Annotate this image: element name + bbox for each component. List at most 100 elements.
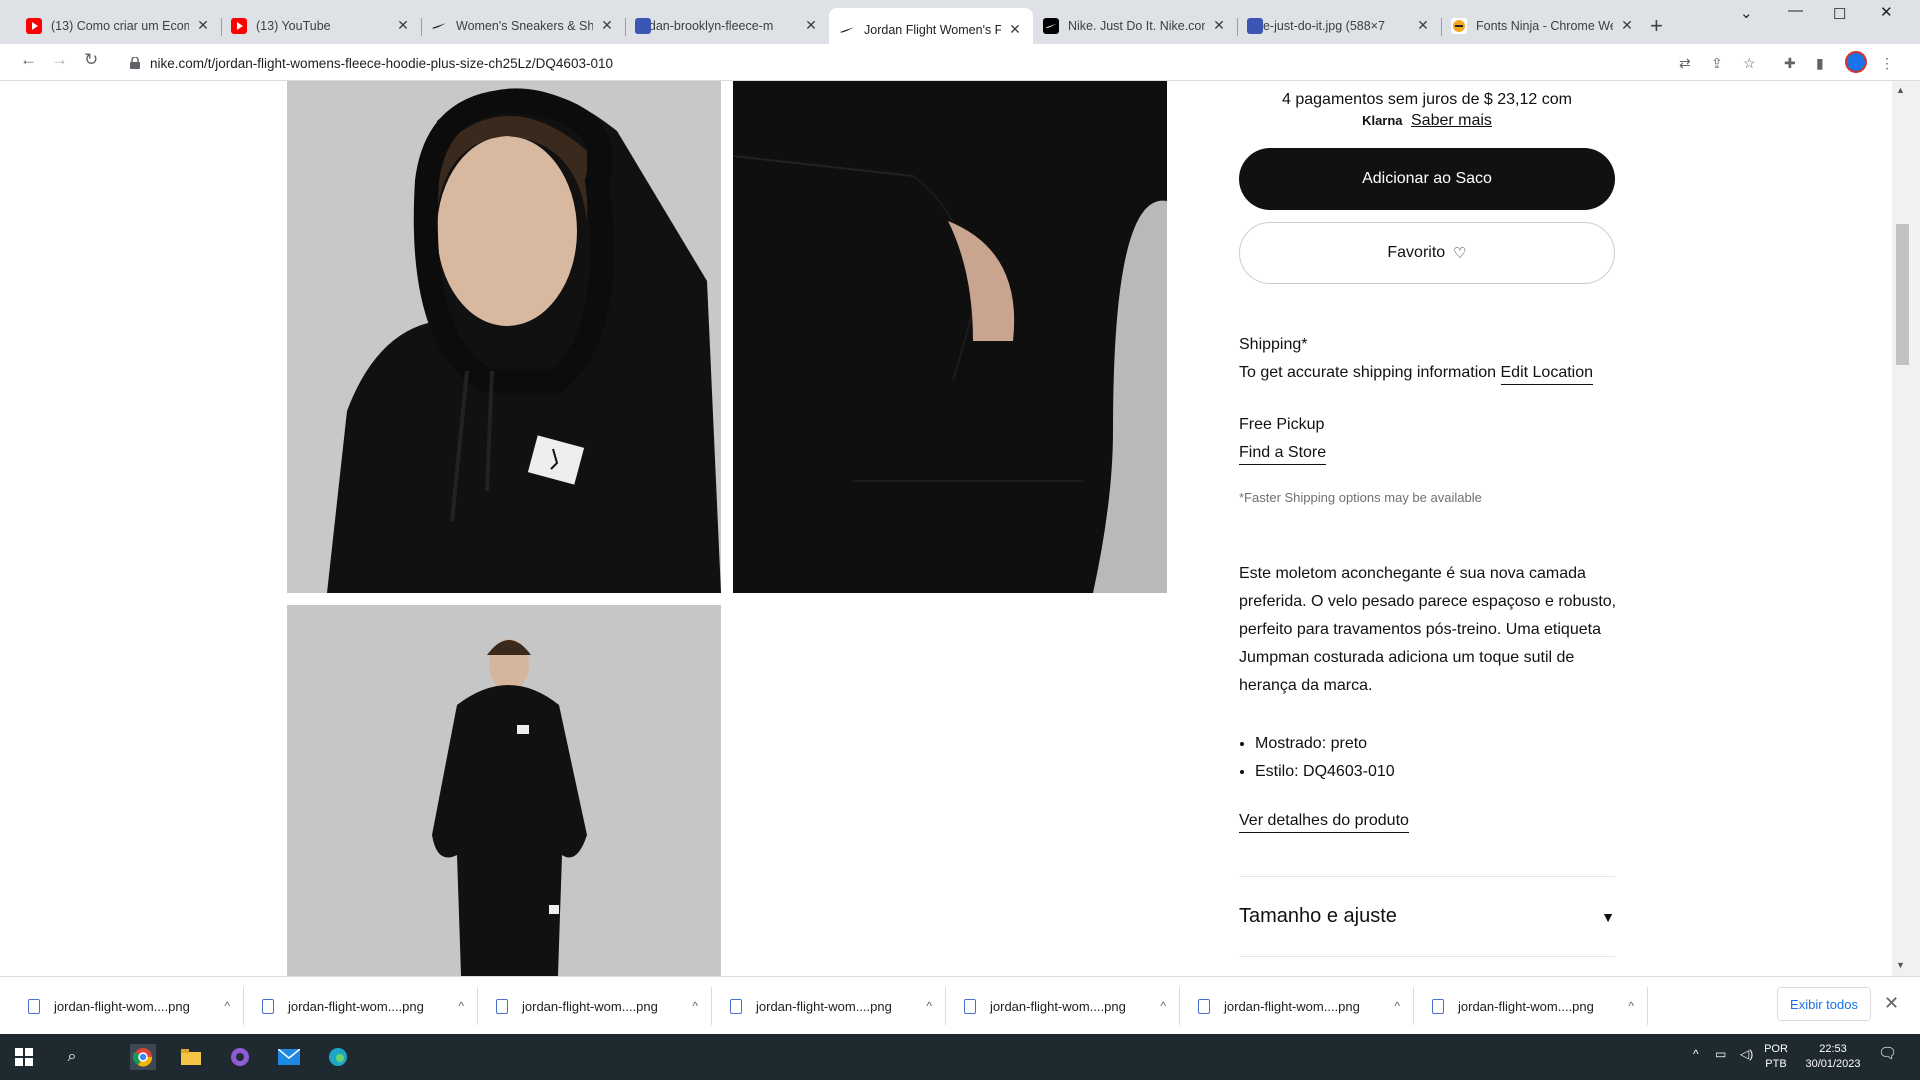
github-desktop-icon[interactable]	[227, 1044, 253, 1070]
language-indicator[interactable]: POR PTB	[1763, 1042, 1789, 1072]
language-code: POR	[1764, 1043, 1788, 1055]
chrome-menu-icon[interactable]: ⋮	[1880, 55, 1894, 72]
download-item[interactable]: jordan-flight-wom....png ^	[478, 977, 712, 1035]
details-row: Ver detalhes do produto	[1239, 812, 1409, 833]
back-arrow-icon[interactable]: ←	[20, 50, 37, 70]
windows-start-icon[interactable]	[11, 1044, 37, 1070]
browser-toolbar: ← → ↻ nike.com/t/jordan-flight-womens-fl…	[0, 44, 1920, 81]
forward-arrow-icon[interactable]: →	[51, 50, 68, 70]
close-icon[interactable]: ✕	[1007, 21, 1023, 38]
tab-title: Fonts Ninja - Chrome Web	[1476, 18, 1613, 33]
extensions-puzzle-icon[interactable]: ✚	[1784, 55, 1796, 72]
tab-5[interactable]: Nike. Just Do It. Nike.com ✕	[1033, 8, 1238, 43]
volume-icon[interactable]: ◁)	[1740, 1047, 1753, 1062]
image-file-icon	[496, 998, 508, 1014]
download-filename: jordan-flight-wom....png	[522, 998, 658, 1014]
close-icon[interactable]: ✕	[1619, 17, 1635, 34]
clock[interactable]: 22:53 30/01/2023	[1798, 1042, 1868, 1072]
klarna-learn-more-link[interactable]: Saber mais	[1411, 112, 1492, 129]
download-item[interactable]: jordan-flight-wom....png ^	[1180, 977, 1414, 1035]
shipping-row: To get accurate shipping information Edi…	[1239, 364, 1594, 385]
lock-icon	[130, 57, 140, 69]
close-downloads-icon[interactable]: ✕	[1884, 993, 1899, 1014]
close-icon[interactable]: ✕	[1415, 17, 1431, 34]
chrome-taskbar-icon[interactable]	[130, 1044, 156, 1070]
tab-title: Jordan Flight Women's Fle	[864, 22, 1001, 37]
edge-browser-icon[interactable]	[325, 1044, 351, 1070]
url-text[interactable]: nike.com/t/jordan-flight-womens-fleece-h…	[150, 56, 613, 71]
close-icon[interactable]: ✕	[395, 17, 411, 34]
show-all-downloads-button[interactable]: Exibir todos	[1777, 987, 1871, 1021]
download-item[interactable]: jordan-flight-wom....png ^	[244, 977, 478, 1035]
download-filename: jordan-flight-wom....png	[756, 998, 892, 1014]
scroll-down-arrow-icon[interactable]: ▼	[1896, 960, 1905, 970]
tab-0[interactable]: (13) Como criar um Ecomm ✕	[16, 8, 222, 43]
close-icon[interactable]: ✕	[803, 17, 819, 34]
mail-icon[interactable]	[276, 1044, 302, 1070]
chevron-up-icon[interactable]: ^	[458, 999, 464, 1013]
page-scrollbar[interactable]: ▲ ▼	[1892, 81, 1920, 976]
file-explorer-icon[interactable]	[178, 1044, 204, 1070]
download-item[interactable]: jordan-flight-wom....png ^	[1414, 977, 1648, 1035]
download-filename: jordan-flight-wom....png	[990, 998, 1126, 1014]
translate-icon[interactable]: ⇄	[1679, 55, 1691, 72]
close-icon[interactable]: ✕	[599, 17, 615, 34]
bullet-style: Estilo: DQ4603-010	[1255, 758, 1395, 786]
notifications-icon[interactable]: 🗨	[1878, 1046, 1897, 1061]
profile-avatar[interactable]	[1845, 51, 1867, 73]
klarna-row: Klarna Saber mais	[1239, 112, 1615, 130]
scrollbar-thumb[interactable]	[1896, 224, 1909, 365]
chevron-up-icon[interactable]: ^	[926, 999, 932, 1013]
tray-chevron-up-icon[interactable]: ^	[1693, 1047, 1699, 1062]
download-item[interactable]: jordan-flight-wom....png ^	[946, 977, 1180, 1035]
download-item[interactable]: jordan-flight-wom....png ^	[10, 977, 244, 1035]
address-bar[interactable]: nike.com/t/jordan-flight-womens-fleece-h…	[124, 49, 1654, 77]
chevron-up-icon[interactable]: ^	[224, 999, 230, 1013]
find-a-store-link[interactable]: Find a Store	[1239, 444, 1327, 465]
window-close-icon[interactable]: ✕	[1880, 3, 1893, 21]
favorite-button[interactable]: Favorito ♡	[1239, 222, 1615, 284]
add-to-bag-button[interactable]: Adicionar ao Saco	[1239, 148, 1615, 210]
product-image-pocket-closeup[interactable]	[733, 81, 1167, 593]
share-icon[interactable]: ⇪	[1711, 55, 1723, 72]
scroll-up-arrow-icon[interactable]: ▲	[1896, 85, 1905, 95]
view-product-details-link[interactable]: Ver detalhes do produto	[1239, 812, 1409, 833]
clock-date: 30/01/2023	[1805, 1058, 1861, 1070]
bookmark-star-icon[interactable]: ☆	[1743, 55, 1756, 72]
product-image-full-body[interactable]	[287, 605, 721, 976]
find-store-row: Find a Store	[1239, 444, 1327, 465]
download-item[interactable]: jordan-flight-wom....png ^	[712, 977, 946, 1035]
minimize-icon[interactable]: —	[1788, 2, 1803, 19]
chevron-up-icon[interactable]: ^	[1628, 999, 1634, 1013]
edit-location-link[interactable]: Edit Location	[1500, 364, 1594, 385]
download-filename: jordan-flight-wom....png	[1458, 998, 1594, 1014]
maximize-icon[interactable]: ☐	[1833, 5, 1846, 23]
chevron-up-icon[interactable]: ^	[1160, 999, 1166, 1013]
reload-icon[interactable]: ↻	[84, 50, 98, 70]
network-icon[interactable]: ▭	[1715, 1047, 1726, 1062]
tab-2[interactable]: Women's Sneakers & Sho ✕	[421, 8, 626, 43]
tab-1[interactable]: (13) YouTube ✕	[221, 8, 422, 43]
divider	[1239, 876, 1615, 877]
image-file-icon	[1432, 998, 1444, 1014]
product-image-hood-closeup[interactable]	[287, 81, 721, 593]
chevron-up-icon[interactable]: ^	[692, 999, 698, 1013]
image-file-icon	[262, 998, 274, 1014]
tab-6[interactable]: nike-just-do-it.jpg (588×7 ✕	[1237, 8, 1442, 43]
close-icon[interactable]: ✕	[1211, 17, 1227, 34]
youtube-icon	[231, 17, 247, 34]
product-bullets: Mostrado: preto Estilo: DQ4603-010	[1239, 730, 1395, 786]
new-tab-plus-icon[interactable]: +	[1650, 13, 1663, 39]
chevron-up-icon[interactable]: ^	[1394, 999, 1400, 1013]
tab-3[interactable]: jordan-brooklyn-fleece-m ✕	[625, 8, 829, 43]
image-file-icon	[635, 17, 651, 34]
close-icon[interactable]: ✕	[195, 17, 211, 34]
download-filename: jordan-flight-wom....png	[1224, 998, 1360, 1014]
tab-title: Nike. Just Do It. Nike.com	[1068, 18, 1205, 33]
tab-search-chevron-icon[interactable]: ⌄	[1740, 4, 1753, 22]
tab-7[interactable]: Fonts Ninja - Chrome Web ✕	[1441, 8, 1645, 43]
tab-title: (13) YouTube	[256, 18, 331, 33]
size-fit-accordion[interactable]: Tamanho e ajuste ▼	[1239, 905, 1615, 928]
side-panel-icon[interactable]: ▮	[1816, 55, 1824, 72]
search-icon[interactable]: ⌕	[59, 1044, 85, 1070]
